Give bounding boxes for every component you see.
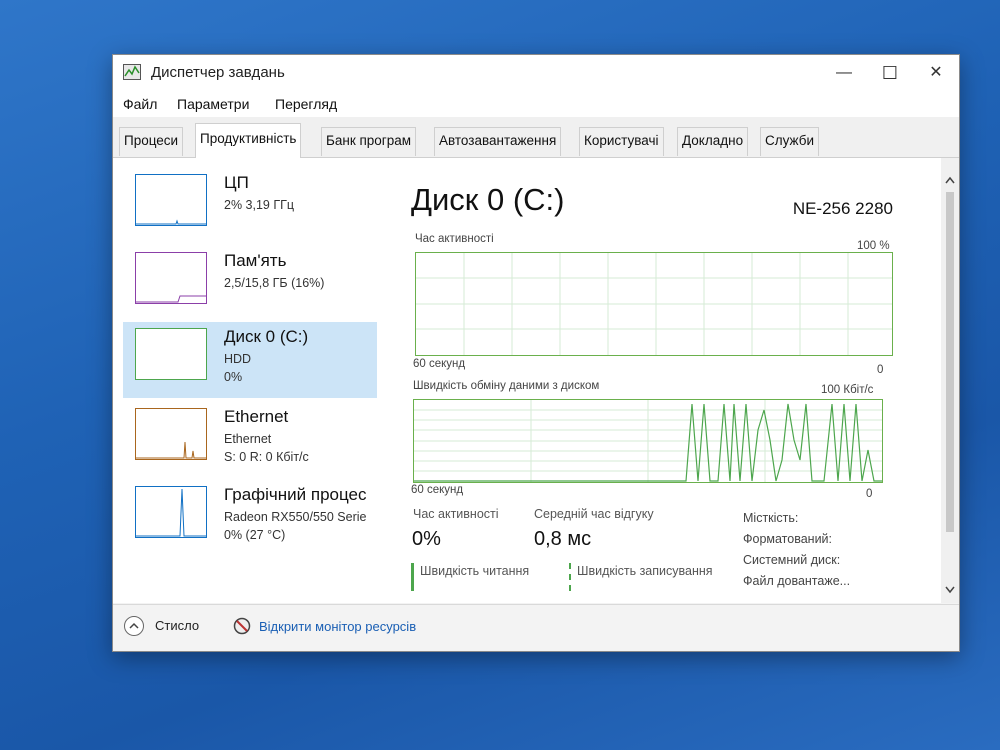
tab-users[interactable]: Користувачі <box>579 127 664 156</box>
sidebar-item-detail: 2,5/15,8 ГБ (16%) <box>224 276 325 290</box>
active-time-time-label: 60 секунд <box>413 358 466 370</box>
performance-panel: ЦП 2% 3,19 ГГц Пам'ять 2,5/15,8 ГБ (16%)… <box>113 158 941 603</box>
tab-details[interactable]: Докладно <box>677 127 749 156</box>
scroll-up-arrow-icon[interactable] <box>945 176 955 184</box>
footer: Стисло Відкрити монітор ресурсів <box>113 604 959 651</box>
tab-strip: Процеси Продуктивність Банк програм Авто… <box>113 117 959 158</box>
response-time-label: Середній час відгуку <box>534 507 654 521</box>
sidebar-item-title: Ethernet <box>224 407 289 426</box>
sidebar-item-detail: Ethernet <box>224 432 272 446</box>
formatted-label: Форматований: <box>743 532 833 546</box>
transfer-rate-graph <box>413 399 883 483</box>
capacity-label: Місткість: <box>743 511 799 525</box>
task-manager-icon <box>123 64 141 80</box>
write-speed-legend-line <box>569 563 571 591</box>
transfer-rate-min-label: 0 <box>866 488 873 500</box>
tab-performance[interactable]: Продуктивність <box>195 123 302 158</box>
sidebar-item-detail: 2% 3,19 ГГц <box>224 198 295 212</box>
tab-app-history[interactable]: Банк програм <box>321 127 417 156</box>
read-speed-legend-line <box>411 563 414 591</box>
open-resource-monitor-link[interactable]: Відкрити монітор ресурсів <box>259 619 416 634</box>
menu-bar: Файл Параметри Перегляд <box>113 91 959 117</box>
sidebar-item-detail: 0% (27 °C) <box>224 528 286 542</box>
close-button[interactable]: ✕ <box>913 55 959 91</box>
transfer-rate-time-label: 60 секунд <box>411 484 464 496</box>
menu-options[interactable]: Параметри <box>177 96 249 112</box>
page-file-label: Файл довантаже... <box>743 574 851 588</box>
sidebar-item-detail: 0% <box>224 370 243 384</box>
sidebar-item-title: Диск 0 (C:) <box>224 327 309 346</box>
title-bar[interactable]: Диспетчер завдань — ☐ ✕ <box>113 55 959 91</box>
memory-thumbnail <box>135 252 207 304</box>
system-disk-label: Системний диск: <box>743 553 841 567</box>
sidebar-item-title: Пам'ять <box>224 251 287 270</box>
tab-startup[interactable]: Автозавантаження <box>434 127 562 156</box>
active-time-graph <box>415 252 893 356</box>
sidebar-item-detail: S: 0 R: 0 Кбіт/с <box>224 450 309 464</box>
chevron-up-circle-icon <box>124 616 144 636</box>
gpu-thumbnail <box>135 486 207 538</box>
write-speed-label: Швидкість записування <box>577 564 713 578</box>
sidebar-item-disk[interactable]: Диск 0 (C:) HDD 0% <box>123 322 377 398</box>
transfer-rate-max-label: 100 Кбіт/с <box>821 384 874 396</box>
tab-processes[interactable]: Процеси <box>119 127 184 156</box>
scrollbar-thumb[interactable] <box>946 192 954 532</box>
tab-services[interactable]: Служби <box>760 127 819 156</box>
active-time-stat-label: Час активності <box>413 507 499 521</box>
sidebar-item-detail: Radeon RX550/550 Serie <box>224 510 367 524</box>
active-time-min-label: 0 <box>877 364 884 376</box>
window-title: Диспетчер завдань <box>151 64 285 81</box>
sidebar-item-title: Графічний процес <box>224 485 367 504</box>
sidebar-item-title: ЦП <box>224 173 249 192</box>
sidebar-item-ethernet[interactable]: Ethernet Ethernet S: 0 R: 0 Кбіт/с <box>123 402 377 478</box>
ethernet-thumbnail <box>135 408 207 460</box>
disk-thumbnail <box>135 328 207 380</box>
read-speed-label: Швидкість читання <box>420 564 530 578</box>
active-time-stat-value: 0% <box>412 528 441 550</box>
sidebar-item-cpu[interactable]: ЦП 2% 3,19 ГГц <box>123 168 377 244</box>
fewer-details-label: Стисло <box>155 618 200 633</box>
sidebar-item-gpu[interactable]: Графічний процес Radeon RX550/550 Serie … <box>123 480 377 556</box>
sidebar-item-detail: HDD <box>224 352 252 366</box>
minimize-button[interactable]: — <box>821 55 867 91</box>
disk-model: NE-256 2280 <box>792 199 893 218</box>
menu-view[interactable]: Перегляд <box>275 96 337 112</box>
resource-monitor-icon <box>233 617 251 635</box>
scroll-down-arrow-icon[interactable] <box>945 586 955 594</box>
menu-file[interactable]: Файл <box>123 96 157 112</box>
response-time-value: 0,8 мс <box>534 528 592 550</box>
cpu-thumbnail <box>135 174 207 226</box>
active-time-graph-label: Час активності <box>415 233 494 245</box>
task-manager-window: Диспетчер завдань — ☐ ✕ Файл Параметри П… <box>112 54 960 652</box>
vertical-scrollbar[interactable] <box>941 158 959 603</box>
page-title: Диск 0 (C:) <box>411 182 565 217</box>
transfer-rate-graph-label: Швидкість обміну даними з диском <box>413 380 600 392</box>
maximize-button[interactable]: ☐ <box>867 55 913 91</box>
sidebar-item-memory[interactable]: Пам'ять 2,5/15,8 ГБ (16%) <box>123 246 377 322</box>
active-time-max-label: 100 % <box>857 240 890 252</box>
